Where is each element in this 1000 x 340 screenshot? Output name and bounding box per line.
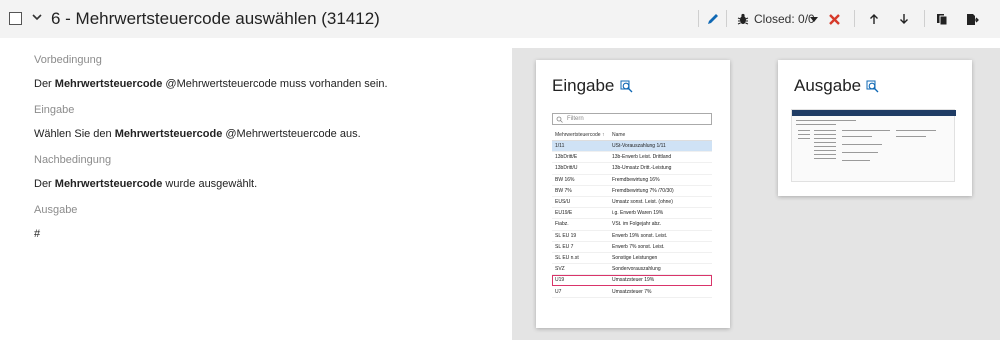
cell-name: Sonstige Leistungen <box>612 254 658 261</box>
copy-icon <box>937 13 948 25</box>
section-label-eingabe: Eingabe <box>34 104 75 116</box>
list-row[interactable]: BW 7% Fremdbewirtung 7% /70/30) <box>552 186 712 197</box>
column-header-code[interactable]: Mehrwertsteuercode ↑ <box>552 132 612 138</box>
cell-code: 1/11 <box>555 143 565 150</box>
arrow-down-icon <box>900 14 908 24</box>
ausgabe-title: Ausgabe <box>794 76 862 95</box>
cell-name: VSt. im Folgejahr abz. <box>612 221 662 228</box>
export-icon <box>967 13 979 25</box>
zoom-icon[interactable] <box>866 80 879 93</box>
cell-code: SL EU n.st <box>555 254 579 261</box>
filter-input[interactable]: Filtern <box>552 113 712 125</box>
arrow-up-icon <box>870 14 878 24</box>
list-row[interactable]: SL EU n.st Sonstige Leistungen <box>552 253 712 265</box>
list-row[interactable]: Fiabz. VSt. im Folgejahr abz. <box>552 219 712 231</box>
caret-down-icon <box>810 17 818 22</box>
cell-name: 13b-Umsatz Dritt.-Leistung <box>612 165 672 172</box>
edit-button[interactable] <box>706 8 720 30</box>
cell-code: SL EU 19 <box>555 232 577 239</box>
cell-code: 13bDritt/U <box>555 165 578 172</box>
cell-name: Sondervorauszahlung <box>612 266 661 273</box>
list-row[interactable]: EU19/E i.g. Erwerb Waren 19% <box>552 208 712 220</box>
cell-name: USt-Vorauszahlung 1/11 <box>612 143 666 150</box>
chevron-down-icon[interactable] <box>30 10 44 24</box>
list-header: Mehrwertsteuercode ↑ Name <box>552 129 712 141</box>
cell-name: i.g. Erwerb Waren 19% <box>612 210 664 217</box>
list-row[interactable]: U19 Umsatzsteuer 19% <box>552 275 712 287</box>
status-dropdown[interactable] <box>810 8 818 30</box>
cell-code: 13bDritt/E <box>555 154 578 161</box>
vat-code-list: Mehrwertsteuercode ↑ Name 1/11 USt-Voraus… <box>552 129 712 298</box>
fail-button[interactable] <box>828 8 841 30</box>
list-row[interactable]: SL EU 7 Erwerb 7% sonst. Leist. <box>552 242 712 253</box>
screenshot-panel: Eingabe Filtern Mehrwertsteuercode ↑ Nam… <box>512 48 1000 340</box>
list-row[interactable]: BW 16% Fremdbewirtung 16% <box>552 175 712 186</box>
cell-name: Fremdbewirtung 16% <box>612 176 660 183</box>
section-text-nachbedingung: Der Mehrwertsteuercode wurde ausgewählt. <box>34 178 258 190</box>
eingabe-title: Eingabe <box>552 76 615 95</box>
move-up-button[interactable] <box>868 8 880 30</box>
cell-name: Erwerb 7% sonst. Leist. <box>612 243 665 250</box>
cell-name: 13b-Erwerb Leist. Drittland <box>612 154 672 161</box>
search-icon <box>556 116 563 123</box>
cell-code: BW 7% <box>555 187 572 194</box>
list-row[interactable]: EUS/U Umsatz sonst. Leist. (ohne) <box>552 197 712 209</box>
cell-code: U19 <box>555 277 565 284</box>
zoom-icon[interactable] <box>620 80 633 93</box>
toolbar-divider <box>924 10 925 27</box>
copy-button[interactable] <box>936 8 948 30</box>
cell-code: SVZ <box>555 266 565 273</box>
toolbar-divider <box>726 10 727 27</box>
cell-name: Umsatzsteuer 7% <box>612 288 652 295</box>
eingabe-card[interactable]: Eingabe Filtern Mehrwertsteuercode ↑ Nam… <box>536 60 730 328</box>
move-down-button[interactable] <box>898 8 910 30</box>
filter-placeholder: Filtern <box>567 116 584 122</box>
closed-counter: Closed: 0/0 <box>754 12 815 26</box>
ausgabe-card[interactable]: Ausgabe <box>778 60 972 196</box>
bug-status-button[interactable] <box>736 8 750 30</box>
section-label-ausgabe: Ausgabe <box>34 204 78 216</box>
list-row[interactable]: SL EU 19 Erwerb 19% sonst. Leist. <box>552 231 712 242</box>
cell-code: BW 16% <box>555 176 575 183</box>
list-row[interactable]: 1/11 USt-Vorauszahlung 1/11 <box>552 141 712 153</box>
close-icon <box>829 13 840 25</box>
cell-name: Fremdbewirtung 7% /70/30) <box>612 187 674 194</box>
section-label-nachbedingung: Nachbedingung <box>34 154 112 166</box>
bug-icon <box>737 13 749 25</box>
cell-code: Fiabz. <box>555 221 569 228</box>
toolbar-divider <box>698 10 699 27</box>
column-header-name[interactable]: Name <box>612 132 712 138</box>
list-row[interactable]: U7 Umsatzsteuer 7% <box>552 286 712 298</box>
section-text-ausgabe: # <box>34 228 41 240</box>
section-label-vorbedingung: Vorbedingung <box>34 54 102 66</box>
cell-name: Umsatzsteuer 19% <box>612 277 655 284</box>
pencil-icon <box>708 14 718 24</box>
ausgabe-thumbnail <box>791 109 956 182</box>
test-step-header: 6 - Mehrwertsteuercode auswählen (31412)… <box>0 0 1000 38</box>
export-button[interactable] <box>966 8 979 30</box>
cell-code: EU19/E <box>555 210 573 217</box>
list-row[interactable]: 13bDritt/U 13b-Umsatz Dritt.-Leistung <box>552 163 712 175</box>
list-row[interactable]: 13bDritt/E 13b-Erwerb Leist. Drittland <box>552 152 712 164</box>
section-text-vorbedingung: Der Mehrwertsteuercode @Mehrwertsteuerco… <box>34 78 388 90</box>
cell-code: SL EU 7 <box>555 243 574 250</box>
cell-code: EUS/U <box>555 199 571 206</box>
cell-code: U7 <box>555 288 562 295</box>
step-title: 6 - Mehrwertsteuercode auswählen (31412) <box>51 9 380 28</box>
cell-name: Erwerb 19% sonst. Leist. <box>612 232 668 239</box>
cell-name: Umsatz sonst. Leist. (ohne) <box>612 199 673 206</box>
toolbar-divider <box>854 10 855 27</box>
step-checkbox[interactable] <box>9 12 22 25</box>
section-text-eingabe: Wählen Sie den Mehrwertsteuercode @Mehrw… <box>34 128 361 140</box>
list-row[interactable]: SVZ Sondervorauszahlung <box>552 264 712 276</box>
